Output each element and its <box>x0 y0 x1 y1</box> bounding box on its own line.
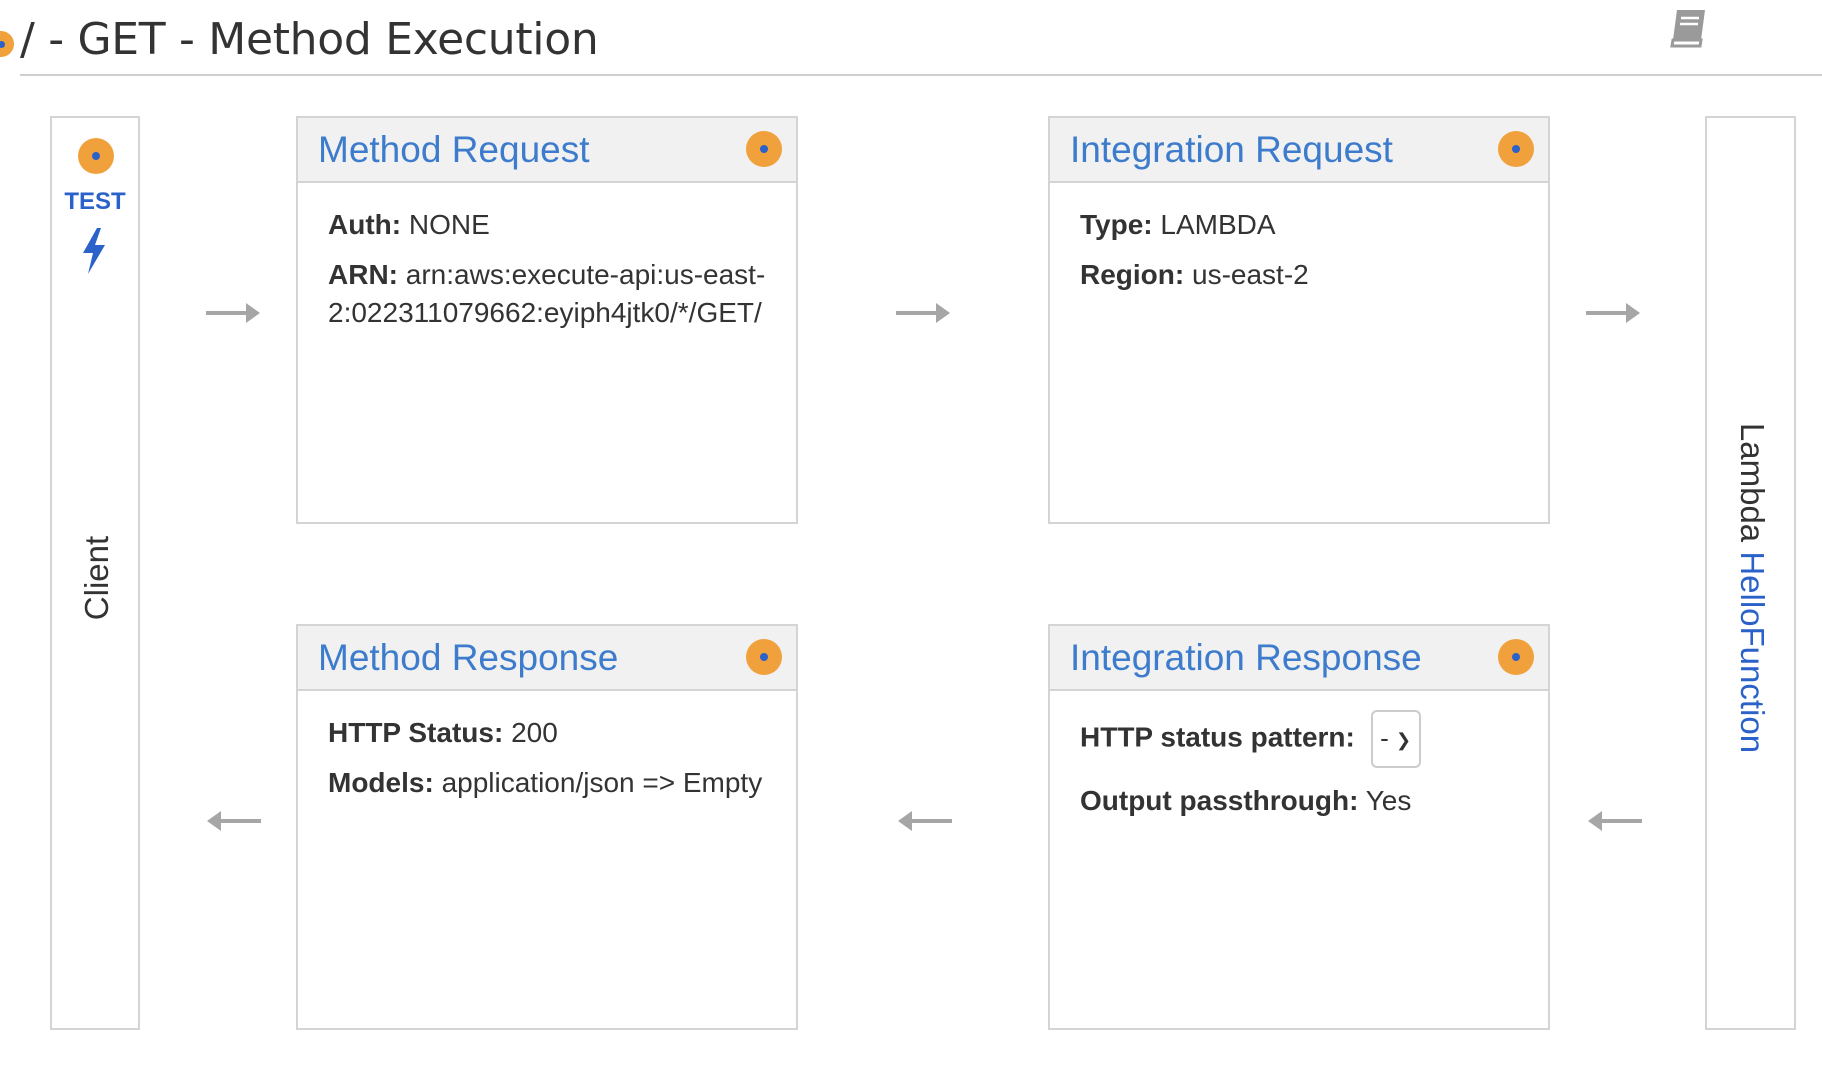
integration-request-indicator-icon[interactable] <box>1498 131 1534 167</box>
left-arrow-icon <box>898 811 952 831</box>
lightning-bolt-icon[interactable] <box>78 226 110 276</box>
passthrough-value: Yes <box>1365 785 1412 816</box>
arn-label: ARN: <box>328 259 398 290</box>
client-panel: TEST Client <box>50 116 140 1030</box>
status-pattern-value: - <box>1380 723 1389 753</box>
client-label: Client <box>78 535 115 621</box>
auth-row: Auth: NONE <box>328 206 776 244</box>
header-divider <box>20 74 1822 76</box>
models-value: application/json => Empty <box>441 767 763 798</box>
method-response-indicator-icon[interactable] <box>746 639 782 675</box>
http-status-row: HTTP Status: 200 <box>328 714 776 752</box>
lambda-function-link[interactable]: HelloFunction <box>1734 551 1771 753</box>
auth-value: NONE <box>408 209 490 240</box>
arn-row: ARN: arn:aws:execute-api:us-east-2:02231… <box>328 256 776 332</box>
left-arrow-icon <box>1588 811 1642 831</box>
backend-label: Lambda HelloFunction <box>1733 423 1771 753</box>
lambda-backend-panel: Lambda HelloFunction <box>1705 116 1796 1030</box>
integration-request-link[interactable]: Integration Request <box>1070 129 1393 171</box>
status-pattern-label: HTTP status pattern: <box>1080 721 1355 753</box>
backend-type-label: Lambda <box>1734 422 1771 543</box>
integration-response-indicator-icon[interactable] <box>1498 639 1534 675</box>
integration-request-panel: Integration Request Type: LAMBDA Region:… <box>1048 116 1550 524</box>
page-title: / - GET - Method Execution <box>20 14 599 65</box>
passthrough-row: Output passthrough: Yes <box>1080 782 1528 820</box>
right-arrow-icon <box>896 303 950 323</box>
method-request-panel: Method Request Auth: NONE ARN: arn:aws:e… <box>296 116 798 524</box>
models-row: Models: application/json => Empty <box>328 764 776 802</box>
method-response-link[interactable]: Method Response <box>318 637 618 679</box>
status-pattern-select[interactable]: - ❯ <box>1370 710 1421 768</box>
method-request-details: Auth: NONE ARN: arn:aws:execute-api:us-e… <box>328 206 776 344</box>
method-response-header: Method Response <box>298 626 796 691</box>
test-indicator-icon[interactable] <box>78 138 114 174</box>
left-arrow-icon <box>207 811 261 831</box>
test-button[interactable]: TEST <box>52 188 138 216</box>
region-label: Region: <box>1080 259 1185 290</box>
auth-label: Auth: <box>328 209 402 240</box>
method-request-link[interactable]: Method Request <box>318 129 590 171</box>
type-row: Type: LAMBDA <box>1080 206 1528 244</box>
method-response-details: HTTP Status: 200 Models: application/jso… <box>328 714 776 814</box>
region-value: us-east-2 <box>1192 259 1309 290</box>
type-value: LAMBDA <box>1160 209 1276 240</box>
models-label: Models: <box>328 767 434 798</box>
integration-response-link[interactable]: Integration Response <box>1070 637 1422 679</box>
integration-response-details: HTTP status pattern: - ❯ Output passthro… <box>1080 710 1528 832</box>
integration-response-header: Integration Response <box>1050 626 1548 691</box>
method-response-panel: Method Response HTTP Status: 200 Models:… <box>296 624 798 1030</box>
integration-response-panel: Integration Response HTTP status pattern… <box>1048 624 1550 1030</box>
http-status-label: HTTP Status: <box>328 717 504 748</box>
method-request-header: Method Request <box>298 118 796 183</box>
resource-indicator-icon <box>0 31 14 57</box>
status-pattern-row: HTTP status pattern: - ❯ <box>1080 710 1528 768</box>
type-label: Type: <box>1080 209 1153 240</box>
right-arrow-icon <box>1586 303 1640 323</box>
method-request-indicator-icon[interactable] <box>746 131 782 167</box>
integration-request-header: Integration Request <box>1050 118 1548 183</box>
passthrough-label: Output passthrough: <box>1080 785 1359 816</box>
http-status-value: 200 <box>511 717 558 748</box>
region-row: Region: us-east-2 <box>1080 256 1528 294</box>
integration-request-details: Type: LAMBDA Region: us-east-2 <box>1080 206 1528 306</box>
chevron-down-icon: ❯ <box>1396 730 1412 751</box>
page-header: / - GET - Method Execution <box>0 0 1822 76</box>
right-arrow-icon <box>206 303 260 323</box>
book-icon[interactable] <box>1665 2 1713 52</box>
